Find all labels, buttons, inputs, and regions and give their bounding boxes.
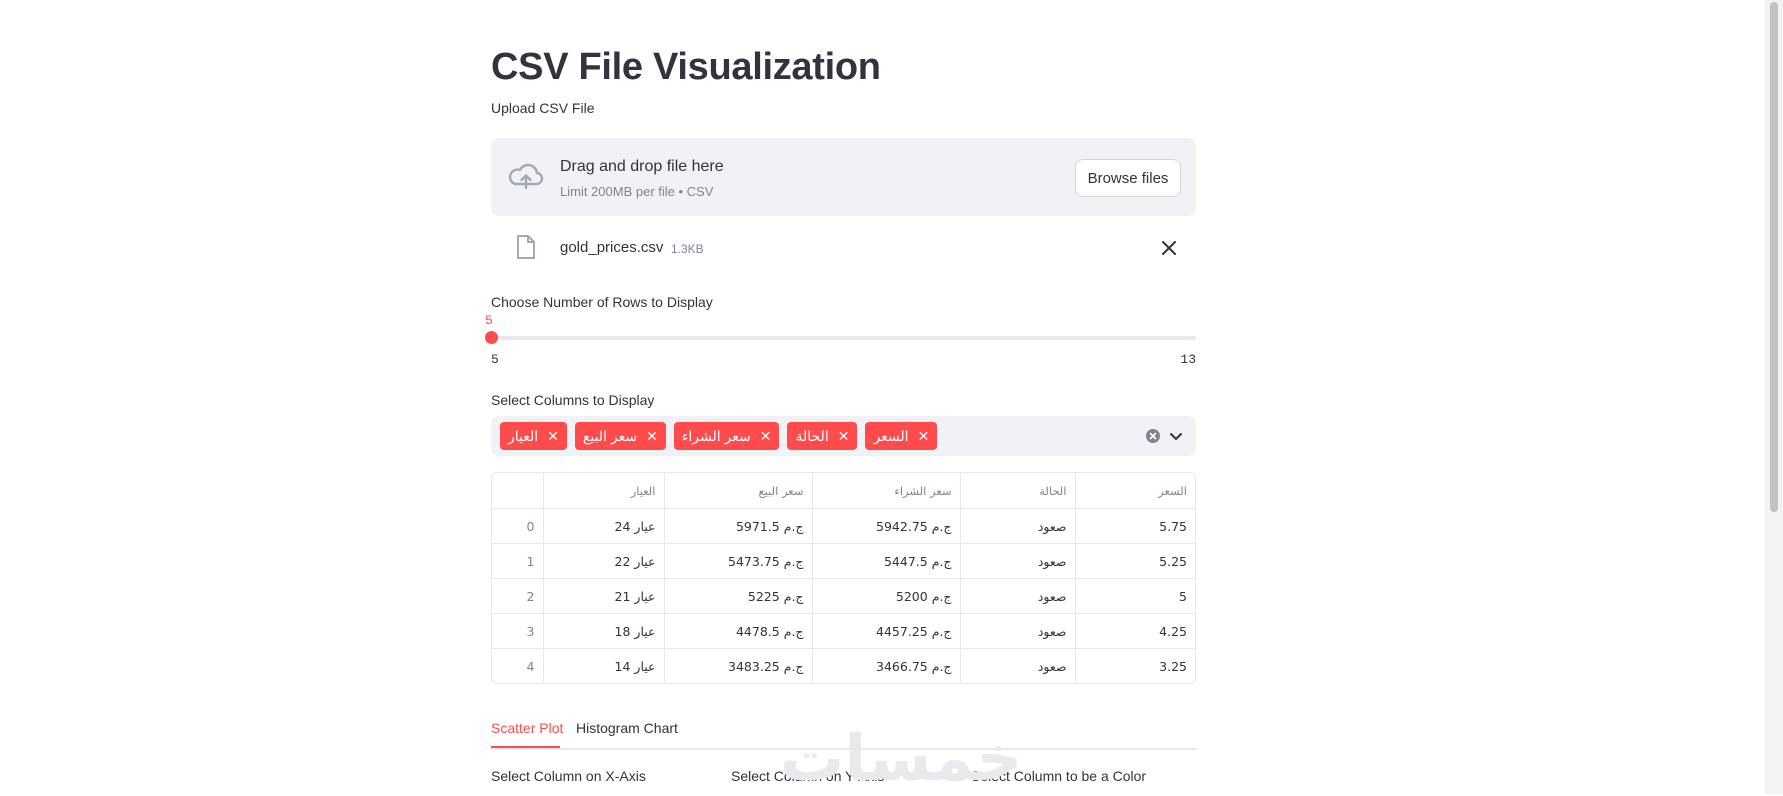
tag-label: السعر: [873, 427, 909, 444]
file-icon: [517, 235, 535, 259]
table-cell: عيار 14: [543, 648, 665, 683]
tag-label: سعر البيع: [582, 427, 638, 444]
column-multiselect[interactable]: العيار ✕ سعر البيع ✕ سعر الشراء ✕ الحالة ✕ ا…: [491, 416, 1196, 456]
table-row-index: 3: [492, 613, 544, 649]
table-row: 2 عيار 21 5225 ج.م 5200 ج.م صعود 5: [492, 578, 1195, 614]
table-header[interactable]: سعر الشراء: [812, 473, 961, 509]
column-tag: الحالة ✕: [787, 422, 858, 450]
column-tag: سعر الشراء ✕: [673, 422, 780, 450]
table-cell: عيار 21: [543, 578, 665, 614]
table-cell: صعود: [960, 613, 1076, 649]
column-tag: العيار ✕: [500, 422, 567, 450]
selected-tags: العيار ✕ سعر البيع ✕ سعر الشراء ✕ الحالة ✕ ا…: [500, 422, 938, 450]
clear-all-icon[interactable]: [1146, 429, 1160, 443]
table-cell: 5: [1075, 578, 1195, 614]
watermark-logo: خمسات: [780, 722, 1023, 796]
table-cell: صعود: [960, 578, 1076, 614]
uploaded-file-size: 1.3KB: [671, 242, 704, 256]
browse-files-button[interactable]: Browse files: [1075, 159, 1181, 197]
remove-tag-icon[interactable]: ✕: [646, 428, 658, 445]
table-cell: 4478.5 ج.م: [664, 613, 813, 649]
table-cell: 5.75: [1075, 508, 1195, 544]
slider-max-label: 13: [1180, 352, 1196, 367]
tag-label: سعر الشراء: [681, 427, 751, 444]
table-cell: عيار 22: [543, 543, 665, 579]
data-table[interactable]: العيار سعر البيع سعر الشراء الحالة السعر…: [491, 472, 1196, 684]
table-header-index: [492, 473, 544, 509]
tab-scatter-plot[interactable]: Scatter Plot: [491, 720, 563, 736]
uploaded-file-row: gold_prices.csv 1.3KB: [491, 232, 1196, 266]
table-cell: عيار 24: [543, 508, 665, 544]
table-header-row: العيار سعر البيع سعر الشراء الحالة السعر: [492, 473, 1195, 509]
table-row-index: 4: [492, 648, 544, 683]
rows-slider-thumb[interactable]: [485, 331, 498, 344]
active-tab-indicator: [491, 746, 560, 748]
rows-slider-label: Choose Number of Rows to Display: [491, 294, 713, 310]
table-cell: عيار 18: [543, 613, 665, 649]
dropzone-limit: Limit 200MB per file • CSV: [560, 184, 714, 199]
table-cell: 5225 ج.م: [664, 578, 813, 614]
table-cell: 5942.75 ج.م: [812, 508, 961, 544]
table-header[interactable]: سعر البيع: [664, 473, 813, 509]
column-select-label: Select Columns to Display: [491, 392, 655, 408]
column-tag: سعر البيع ✕: [574, 422, 666, 450]
dropzone-instruction: Drag and drop file here: [560, 158, 724, 175]
file-dropzone[interactable]: Drag and drop file here Limit 200MB per …: [491, 138, 1196, 216]
column-tag: السعر ✕: [865, 422, 938, 450]
remove-tag-icon[interactable]: ✕: [918, 428, 930, 445]
table-cell: 3.25: [1159, 658, 1187, 674]
table-row: 0 عيار 24 5971.5 ج.م 5942.75 ج.م صعود 5.…: [492, 508, 1195, 544]
table-cell: 5971.5 ج.م: [664, 508, 813, 544]
table-row: 3 عيار 18 4478.5 ج.م 4457.25 ج.م صعود 4.…: [492, 613, 1195, 649]
table-cell: صعود: [960, 543, 1076, 579]
x-axis-select-label: Select Column on X-Axis: [491, 768, 646, 784]
tag-label: الحالة: [795, 427, 829, 444]
uploaded-file-name: gold_prices.csv: [560, 239, 664, 256]
table-header[interactable]: العيار: [543, 473, 665, 509]
table-cell: 3483.25 ج.م: [664, 648, 813, 683]
close-icon[interactable]: [1158, 237, 1180, 259]
table-cell: 5.25: [1075, 543, 1195, 579]
table-cell: 5200 ج.م: [812, 578, 961, 614]
table-row: 1 عيار 22 5473.75 ج.م 5447.5 ج.م صعود 5.…: [492, 543, 1195, 579]
table-cell: صعود: [960, 648, 1076, 683]
table-row-index: 2: [492, 578, 544, 614]
table-cell: 5473.75 ج.م: [664, 543, 813, 579]
cloud-upload-icon: [508, 163, 544, 190]
table-cell: 4.25: [1075, 613, 1195, 649]
table-cell: 3466.75 ج.م: [812, 648, 961, 683]
table-cell: صعود: [960, 508, 1076, 544]
table-row: 4 عيار 14 3483.25 ج.م 3466.75 ج.م صعود 3…: [492, 648, 1195, 683]
scrollbar-thumb[interactable]: [1770, 2, 1778, 512]
table-header[interactable]: الحالة: [960, 473, 1076, 509]
tag-label: العيار: [508, 427, 539, 444]
remove-tag-icon[interactable]: ✕: [838, 428, 850, 445]
tab-histogram-chart[interactable]: Histogram Chart: [576, 720, 678, 736]
table-header[interactable]: السعر: [1075, 473, 1195, 509]
table-cell: 4457.25 ج.م: [812, 613, 961, 649]
remove-tag-icon[interactable]: ✕: [547, 428, 559, 445]
page-title: CSV File Visualization: [491, 46, 881, 88]
table-row-index: 1: [492, 543, 544, 579]
page-scrollbar[interactable]: [1765, 0, 1783, 794]
remove-tag-icon[interactable]: ✕: [760, 428, 772, 445]
uploader-label: Upload CSV File: [491, 100, 595, 116]
slider-min-label: 5: [491, 352, 499, 367]
chevron-down-icon[interactable]: [1168, 428, 1184, 444]
table-row-index: 0: [492, 508, 544, 544]
slider-current-value: 5: [485, 313, 493, 328]
rows-slider-track[interactable]: [491, 336, 1196, 340]
table-cell: 5447.5 ج.م: [812, 543, 961, 579]
